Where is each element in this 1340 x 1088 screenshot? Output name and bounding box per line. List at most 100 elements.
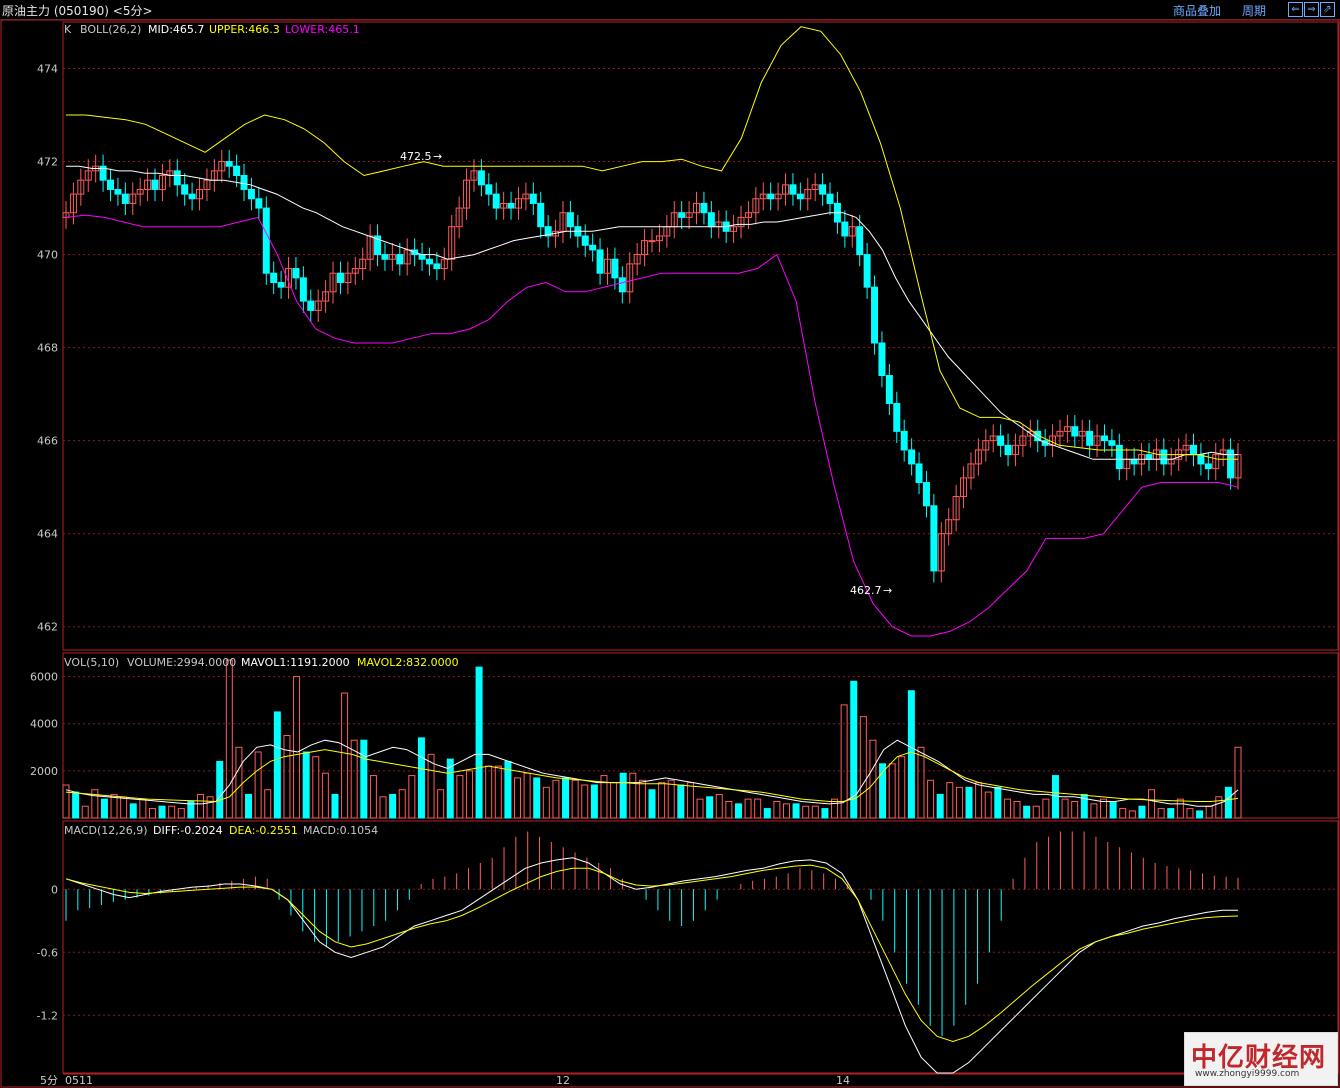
candle-body (819, 184, 827, 195)
y-tick-price-468: 468 (37, 342, 58, 355)
volume-bar (1090, 803, 1098, 819)
candle-body (270, 272, 278, 284)
candle-body (767, 193, 775, 200)
volume-bar (802, 805, 810, 819)
volume-bar (984, 791, 992, 819)
macd-legend-value: MACD:0.1054 (303, 824, 378, 837)
candle-body (856, 226, 864, 256)
y-tick-vol-2000: 2000 (30, 765, 58, 778)
high-annotation: 472.5 (400, 150, 432, 163)
candle-body (611, 258, 619, 279)
volume-bar (1128, 810, 1136, 819)
watermark-logo: 中亿财经网 www.zhongyi9999.com (1184, 1032, 1338, 1086)
candle-body (841, 221, 849, 237)
volume-bar (177, 808, 185, 819)
volume-bar (1234, 746, 1242, 819)
volume-bar (1032, 805, 1040, 819)
candle-body (589, 244, 597, 251)
volume-bar (100, 798, 108, 819)
candle-body (247, 188, 255, 200)
volume-bar (965, 786, 973, 819)
candle-body (173, 170, 181, 186)
volume-bar (821, 808, 829, 819)
candle-body (1145, 454, 1153, 460)
volume-bar (1215, 796, 1223, 819)
volume-bar (129, 803, 137, 819)
candle-body (485, 184, 493, 195)
boll-mid-line (66, 165, 1238, 460)
volume-bar (206, 796, 214, 819)
volume-bars (62, 659, 1242, 819)
volume-bar (571, 779, 579, 819)
volume-bar (456, 775, 464, 819)
volume-bar (994, 786, 1002, 819)
chart-canvas[interactable]: 474 472 470 468 466 464 462 6000 4000 2000 0 -0.6 -1… (0, 0, 1340, 1088)
candle-body (885, 375, 893, 404)
volume-bar (1023, 805, 1031, 819)
candle-body (233, 165, 241, 177)
volume-bar (1003, 798, 1011, 819)
volume-bar (581, 784, 589, 819)
candle-body (381, 254, 389, 260)
price-legend-k: K (64, 23, 72, 36)
candle-body (262, 207, 270, 274)
candle-body (915, 463, 923, 484)
volume-bar (610, 782, 618, 819)
volume-bar (1071, 801, 1079, 819)
panel-frames (0, 19, 1340, 1088)
volume-bar (811, 805, 819, 819)
candle-body (292, 268, 300, 279)
macd-series (65, 831, 1239, 1074)
volume-bar (321, 772, 329, 819)
y-tick-macd-0: 0 (51, 883, 58, 896)
candle-body (507, 202, 515, 209)
candle-body (789, 184, 797, 195)
volume-bar (975, 782, 983, 819)
volume-bar (638, 779, 646, 819)
candle-body (418, 254, 426, 260)
candle-body (433, 263, 441, 270)
volume-bar (283, 735, 291, 819)
volume-bar (254, 751, 262, 819)
volume-bar (1148, 789, 1156, 819)
candle-body (107, 179, 115, 190)
volume-bar (216, 760, 224, 819)
candle-body (678, 212, 686, 218)
panel-frame-2 (62, 820, 1339, 1074)
volume-bar (658, 782, 666, 819)
x-axis-period: 5分 (40, 1074, 58, 1087)
volume-bar (235, 746, 243, 819)
volume-bar (677, 784, 685, 819)
panel-frame-0 (62, 21, 1339, 651)
volume-bar (312, 756, 320, 819)
y-tick-price-472: 472 (37, 156, 58, 169)
y-tick-price-470: 470 (37, 249, 58, 262)
candle-body (151, 179, 159, 190)
volume-bar (744, 798, 752, 819)
dea-line (65, 864, 1239, 1043)
candle-body (871, 286, 879, 344)
volume-bar (293, 676, 301, 819)
low-arrow-icon: → (883, 584, 892, 597)
high-arrow-icon: → (433, 150, 442, 163)
volume-bar (389, 793, 397, 819)
volume-bar (590, 784, 598, 819)
candle-body (529, 193, 537, 204)
volume-bar (494, 765, 502, 819)
candle-body (878, 342, 886, 377)
boll-lower-line (65, 214, 1239, 637)
y-tick-price-462: 462 (37, 621, 58, 634)
candle-body (930, 505, 938, 572)
volume-bar (369, 775, 377, 819)
candle-body (1100, 435, 1108, 442)
candle-body (492, 193, 500, 209)
volume-bar (955, 786, 963, 819)
axis-ticks: 474 472 470 468 466 464 462 6000 4000 2000 0 -0.6 -1… (30, 63, 58, 1023)
volume-bar (417, 737, 425, 819)
volume-bar (782, 803, 790, 819)
candle-body (1004, 444, 1012, 456)
candle-body (1108, 440, 1116, 446)
volume-bar (1061, 798, 1069, 819)
candle-body (900, 430, 908, 451)
candle-body (922, 482, 930, 507)
